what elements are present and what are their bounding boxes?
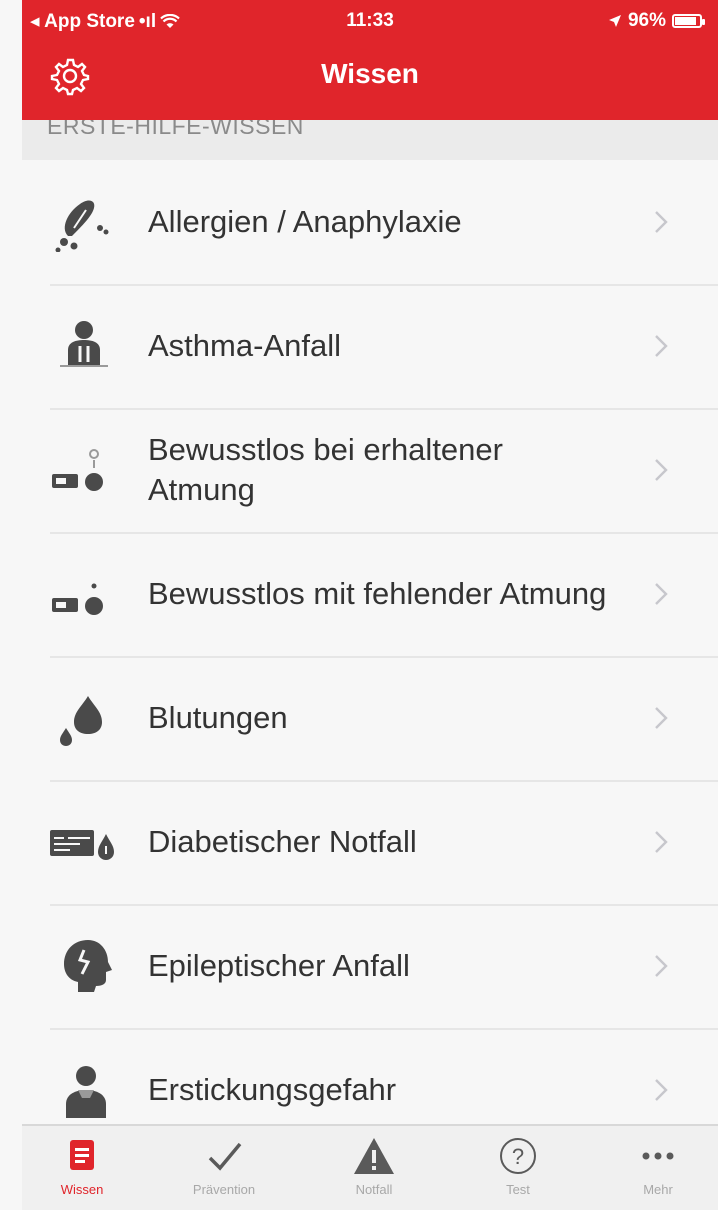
navigation-header: ◂ App Store •ıl 11:33 96% Wissen: [22, 0, 718, 120]
tab-label: Test: [506, 1182, 530, 1197]
svg-text:?: ?: [512, 1144, 524, 1169]
list-item-label: Blutungen: [148, 700, 288, 735]
asthma-icon: [60, 321, 108, 367]
list-item-label: Bewusstlos mit fehlender Atmung: [148, 576, 607, 611]
page-title: Wissen: [321, 58, 419, 89]
tab-label: Mehr: [643, 1182, 673, 1197]
chevron-right-icon: [655, 1079, 668, 1101]
battery-percent: 96%: [627, 10, 666, 31]
chevron-right-icon: [655, 831, 668, 853]
chevron-right-icon: [655, 211, 668, 233]
tab-label: Prävention: [192, 1182, 256, 1197]
list-item-label: Diabetischer Notfall: [148, 824, 417, 859]
tab-notfall[interactable]: Notfall: [314, 1126, 434, 1210]
list-item-label: Epileptischer Anfall: [148, 948, 410, 983]
list-item-label: Allergien / Anaphylaxie: [148, 204, 462, 239]
checkmark-icon: [208, 1142, 242, 1171]
tab-label: Notfall: [355, 1182, 393, 1197]
battery-fill: [675, 17, 696, 25]
warning-icon: [354, 1138, 394, 1174]
tab-wissen[interactable]: Wissen: [22, 1126, 142, 1210]
list-item-epilepsie[interactable]: Epileptischer Anfall: [22, 904, 718, 1028]
question-icon: ?: [500, 1138, 536, 1174]
list-item-diabetes[interactable]: Diabetischer Notfall: [22, 780, 718, 904]
chevron-right-icon: [655, 459, 668, 481]
allergy-icon: [55, 200, 109, 252]
chevron-right-icon: [655, 583, 668, 605]
epilepsy-icon: [64, 940, 112, 992]
list-item-label: Asthma-Anfall: [148, 328, 341, 363]
diabetes-icon: [50, 830, 114, 860]
book-icon: [70, 1140, 94, 1170]
location-arrow-icon: [608, 15, 621, 27]
more-icon: [642, 1152, 674, 1160]
section-header: ERSTE-HILFE-WISSEN: [22, 120, 718, 160]
topic-list: Allergien / Anaphylaxie Asthma-Anfall Be…: [22, 160, 718, 1152]
list-item-bewusstlos-atmung[interactable]: Bewusstlos bei erhaltener Atmung: [22, 408, 718, 532]
tab-label: Wissen: [60, 1182, 104, 1197]
unconscious-breathing-icon: [52, 449, 103, 491]
list-item-bewusstlos-ohne-atmung[interactable]: Bewusstlos mit fehlender Atmung: [22, 532, 718, 656]
status-right: 96%: [608, 10, 705, 32]
chevron-right-icon: [655, 707, 668, 729]
list-item-allergien[interactable]: Allergien / Anaphylaxie: [22, 160, 718, 284]
app-screen: ◂ App Store •ıl 11:33 96% Wissen ERSTE-H…: [0, 0, 718, 1210]
tab-bar: Wissen Prävention Notfall ? Test Mehr: [22, 1124, 718, 1210]
battery-icon: [672, 14, 705, 28]
list-item-label: Bewusstlos bei erhaltener Atmung: [148, 432, 503, 507]
section-header-label: ERSTE-HILFE-WISSEN: [47, 120, 304, 139]
bleeding-icon: [60, 696, 102, 746]
list-item-blutungen[interactable]: Blutungen: [22, 656, 718, 780]
chevron-right-icon: [655, 335, 668, 357]
status-bar: ◂ App Store •ıl 11:33 96%: [22, 0, 718, 40]
list-item-asthma[interactable]: Asthma-Anfall: [22, 284, 718, 408]
choking-icon: [66, 1066, 106, 1118]
chevron-right-icon: [655, 955, 668, 977]
tab-mehr[interactable]: Mehr: [598, 1126, 718, 1210]
list-item-label: Erstickungsgefahr: [148, 1072, 397, 1107]
unconscious-not-breathing-icon: [52, 583, 103, 615]
tab-test[interactable]: ? Test: [458, 1126, 578, 1210]
tab-praevention[interactable]: Prävention: [164, 1126, 284, 1210]
